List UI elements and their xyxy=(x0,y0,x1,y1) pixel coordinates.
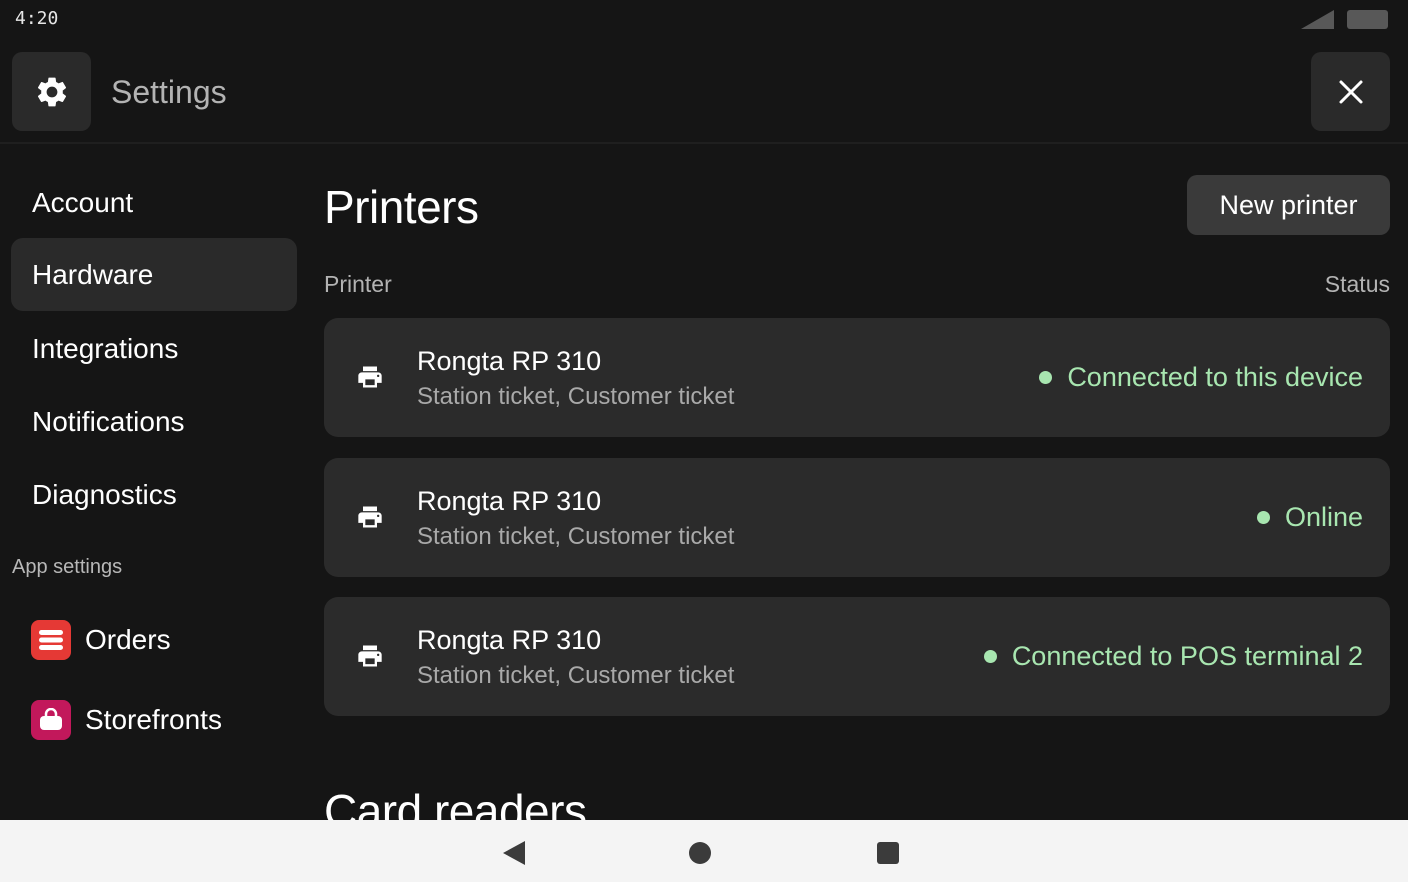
signal-icon xyxy=(1301,10,1334,29)
sidebar-item-label: Hardware xyxy=(32,258,154,290)
close-button[interactable] xyxy=(1311,52,1390,131)
column-header-status: Status xyxy=(1324,271,1390,297)
printer-status: Connected to this device xyxy=(1039,318,1363,437)
printer-name: Rongta RP 310 xyxy=(417,625,602,655)
page-title: Printers xyxy=(324,181,479,233)
sidebar-item-label: Integrations xyxy=(32,332,179,364)
status-dot-icon xyxy=(983,650,997,663)
system-nav-bar xyxy=(0,820,1408,882)
printer-status-text: Connected to POS terminal 2 xyxy=(1011,641,1363,671)
storefront-bag-icon xyxy=(31,700,71,740)
orders-list-icon xyxy=(31,620,71,660)
sidebar-app-orders[interactable]: Orders xyxy=(11,610,297,670)
printer-status: Connected to POS terminal 2 xyxy=(983,597,1363,716)
printer-icon xyxy=(358,506,382,528)
home-icon[interactable] xyxy=(689,842,711,864)
printer-icon xyxy=(358,366,382,388)
status-bar: 4:20 xyxy=(0,0,1408,40)
settings-logo xyxy=(12,52,91,131)
top-bar: Settings xyxy=(0,40,1408,144)
app-label: Orders xyxy=(85,624,171,655)
status-dot-icon xyxy=(1039,371,1053,384)
printer-tickets: Station ticket, Customer ticket xyxy=(417,523,735,550)
printer-row[interactable]: Rongta RP 310 Station ticket, Customer t… xyxy=(324,597,1390,716)
printer-icon xyxy=(358,645,382,667)
printer-name: Rongta RP 310 xyxy=(417,486,602,516)
printer-row[interactable]: Rongta RP 310 Station ticket, Customer t… xyxy=(324,458,1390,577)
recents-icon[interactable] xyxy=(877,842,899,864)
settings-title: Settings xyxy=(111,74,227,110)
sidebar-item-hardware[interactable]: Hardware xyxy=(11,238,297,311)
printer-status-text: Online xyxy=(1284,502,1363,532)
printer-row[interactable]: Rongta RP 310 Station ticket, Customer t… xyxy=(324,318,1390,437)
printer-status-text: Connected to this device xyxy=(1067,362,1363,392)
gear-icon xyxy=(37,77,66,106)
close-icon xyxy=(1339,80,1362,103)
sidebar-item-diagnostics[interactable]: Diagnostics xyxy=(11,458,297,531)
printer-status: Online xyxy=(1256,458,1363,577)
printer-tickets: Station ticket, Customer ticket xyxy=(417,662,735,689)
sidebar-item-integrations[interactable]: Integrations xyxy=(11,312,297,385)
status-dot-icon xyxy=(1256,511,1270,524)
sidebar-item-notifications[interactable]: Notifications xyxy=(11,385,297,458)
sidebar-item-label: Notifications xyxy=(32,405,185,437)
sidebar-item-account[interactable]: Account xyxy=(11,166,297,239)
back-icon[interactable] xyxy=(503,841,525,865)
sidebar-app-storefronts[interactable]: Storefronts xyxy=(11,690,297,750)
printer-name: Rongta RP 310 xyxy=(417,346,602,376)
new-printer-button[interactable]: New printer xyxy=(1187,175,1390,235)
printer-tickets: Station ticket, Customer ticket xyxy=(417,383,735,410)
app-settings-label: App settings xyxy=(12,556,123,578)
column-header-printer: Printer xyxy=(324,271,392,297)
status-time: 4:20 xyxy=(15,8,59,29)
battery-icon xyxy=(1347,10,1388,29)
sidebar-item-label: Diagnostics xyxy=(32,478,177,510)
sidebar-item-label: Account xyxy=(32,186,134,218)
app-label: Storefronts xyxy=(85,704,222,735)
